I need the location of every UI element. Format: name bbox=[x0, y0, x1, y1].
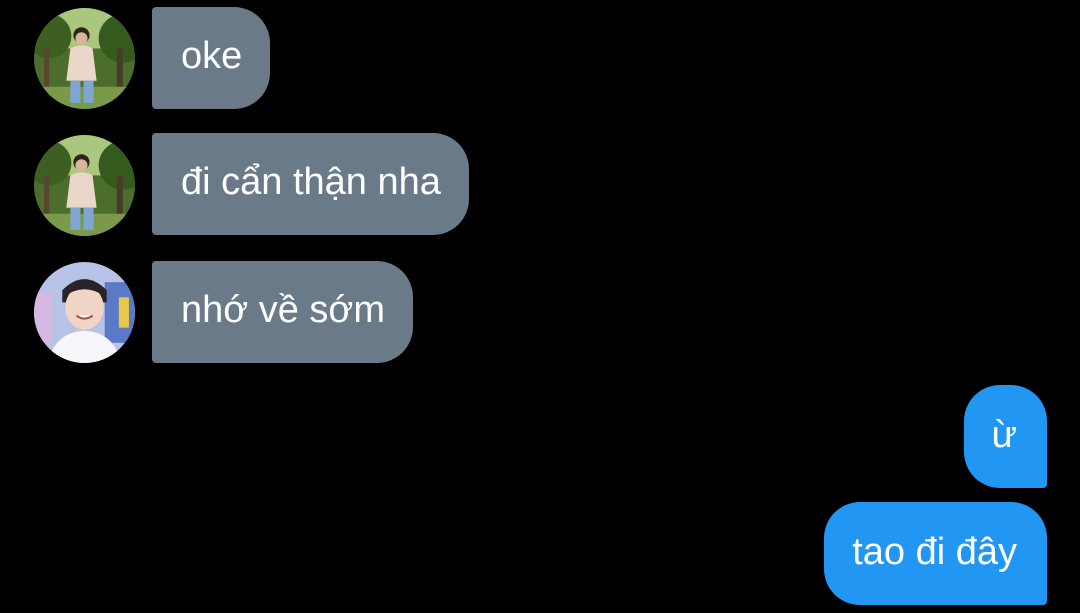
sender-avatar[interactable] bbox=[34, 8, 135, 109]
sender-avatar[interactable] bbox=[34, 135, 135, 236]
message-text: oke bbox=[181, 35, 243, 77]
message-bubble-incoming[interactable]: oke bbox=[152, 7, 271, 109]
sender-avatar[interactable] bbox=[34, 262, 135, 363]
message-text: ừ bbox=[991, 413, 1017, 456]
message-bubble-outgoing[interactable]: ừ bbox=[963, 385, 1047, 488]
message-text: tao đi đây bbox=[852, 530, 1017, 573]
avatar-photo-smiling bbox=[34, 262, 135, 363]
message-bubble-outgoing[interactable]: tao đi đây bbox=[824, 502, 1047, 605]
message-text: đi cẩn thận nha bbox=[181, 161, 441, 203]
avatar-photo-park bbox=[34, 135, 135, 236]
avatar-photo-park bbox=[34, 8, 135, 109]
message-bubble-incoming[interactable]: nhớ về sớm bbox=[152, 261, 414, 363]
message-text: nhớ về sớm bbox=[181, 289, 386, 331]
message-bubble-incoming[interactable]: đi cẩn thận nha bbox=[152, 133, 469, 235]
